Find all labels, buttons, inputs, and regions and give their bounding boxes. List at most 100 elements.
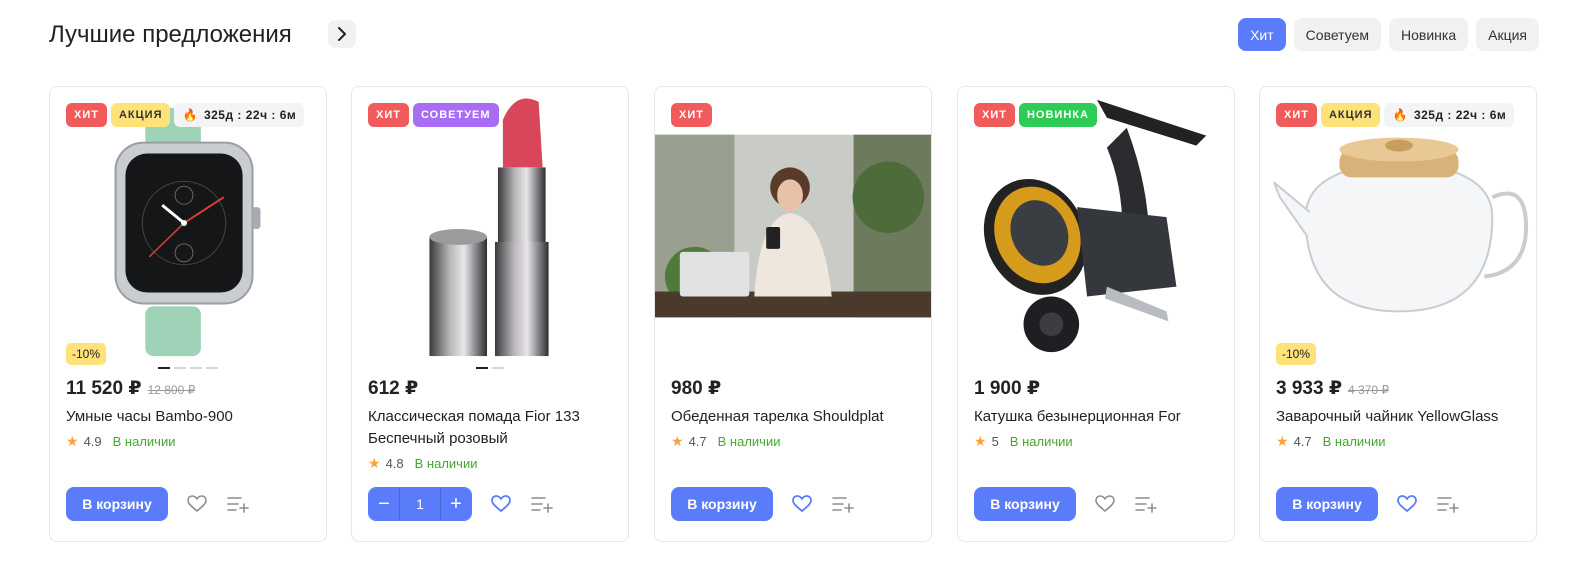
quantity-value[interactable]: 1 [399,488,441,520]
smartwatch-image[interactable] [50,87,326,367]
favorite-button[interactable] [185,492,209,516]
list-add-icon [531,497,553,513]
product-name[interactable]: Умные часы Bambo-900 [66,406,316,428]
product-card[interactable]: ХИТ 980 ₽ Обеденная тарелка Shouldplat ★… [654,86,932,542]
badge-hit: ХИТ [974,103,1015,127]
price-row: 3 933 ₽ 4 370 ₽ [1276,377,1389,400]
image-pager[interactable] [352,367,628,369]
badge-group: ХИТ АКЦИЯ 🔥 325д : 22ч : 6м [66,103,305,127]
heart-icon [491,495,511,513]
add-to-cart-button[interactable]: В корзину [974,487,1076,521]
pager-dot[interactable] [174,367,186,369]
section-open-button[interactable] [328,20,356,48]
star-icon: ★ [671,433,684,449]
glass-teapot-image[interactable] [1260,87,1536,367]
price: 1 900 ₽ [974,378,1041,399]
card-actions: В корзину [974,487,1158,521]
rating-value: 4.7 [688,434,707,449]
section-title: Лучшие предложения [49,21,292,48]
add-to-cart-button[interactable]: В корзину [671,487,773,521]
badge-hit: ХИТ [1276,103,1317,127]
product-card[interactable]: ХИТ АКЦИЯ 🔥 325д : 22ч : 6м -10% 11 520 ₽… [49,86,327,542]
badge-novinka: НОВИНКА [1018,103,1097,127]
card-actions: В корзину [66,487,250,521]
star-icon: ★ [66,433,79,449]
fire-icon: 🔥 [182,108,198,122]
decrease-button[interactable]: − [369,488,399,520]
tab-novinka[interactable]: Новинка [1389,18,1469,51]
section-header: Лучшие предложения Хит Советуем Новинка … [49,18,1539,54]
promo-timer: 🔥 325д : 22ч : 6м [1384,103,1515,127]
price-row: 980 ₽ [671,377,721,400]
heart-icon [187,495,207,513]
tab-sovetuem[interactable]: Советуем [1293,18,1381,51]
add-to-cart-button[interactable]: В корзину [1276,487,1378,521]
badge-akcia: АКЦИЯ [110,103,171,127]
list-add-icon [227,497,249,513]
stock-status: В наличии [717,434,781,449]
rating-row: ★ 4.9 В наличии [66,433,175,450]
compare-button[interactable] [226,492,250,516]
pager-dot[interactable] [190,367,202,369]
pager-dot[interactable] [476,367,488,369]
product-name[interactable]: Заварочный чайник YellowGlass [1276,406,1526,428]
rating-row: ★ 4.7 В наличии [1276,433,1385,450]
compare-button[interactable] [1436,492,1460,516]
rating-row: ★ 5 В наличии [974,433,1073,450]
lipstick-image[interactable] [352,87,628,367]
price: 612 ₽ [368,378,419,399]
product-card[interactable]: ХИТ СОВЕТУЕМ 612 ₽ Классическая помада F… [351,86,629,542]
discount-badge: -10% [1276,343,1317,365]
card-actions: В корзину [671,487,855,521]
rating-value: 4.8 [385,456,404,471]
star-icon: ★ [974,433,987,449]
compare-button[interactable] [1134,492,1158,516]
badge-hit: ХИТ [66,103,107,127]
discount-badge: -10% [66,343,107,365]
badge-akcia: АКЦИЯ [1320,103,1381,127]
product-name[interactable]: Обеденная тарелка Shouldplat [671,406,921,428]
badge-hit: ХИТ [671,103,712,127]
rating-value: 4.7 [1293,434,1312,449]
rating-value: 4.9 [83,434,102,449]
old-price: 4 370 ₽ [1348,383,1390,397]
tab-hit[interactable]: Хит [1238,18,1286,51]
product-name[interactable]: Катушка безынерционная For [974,406,1224,428]
stock-status: В наличии [414,456,478,471]
star-icon: ★ [1276,433,1289,449]
badge-group: ХИТ СОВЕТУЕМ [368,103,499,127]
badge-group: ХИТ НОВИНКА [974,103,1097,127]
price: 11 520 ₽ [66,378,142,399]
tab-akcia[interactable]: Акция [1476,18,1539,51]
add-to-cart-button[interactable]: В корзину [66,487,168,521]
product-card[interactable]: ХИТ АКЦИЯ 🔥 325д : 22ч : 6м -10% 3 933 ₽ … [1259,86,1537,542]
product-name[interactable]: Классическая помада Fior 133 Беспечный р… [368,406,618,450]
compare-button[interactable] [530,492,554,516]
price: 980 ₽ [671,378,722,399]
old-price: 12 800 ₽ [147,383,196,397]
product-card[interactable]: ХИТ НОВИНКА 1 900 ₽ Катушка безынерционн… [957,86,1235,542]
stock-status: В наличии [112,434,176,449]
product-photo-image[interactable] [655,87,931,367]
rating-row: ★ 4.7 В наличии [671,433,780,450]
image-pager[interactable] [50,367,326,369]
list-add-icon [1437,497,1459,513]
fishing-reel-image[interactable] [958,87,1234,367]
pager-dot[interactable] [206,367,218,369]
favorite-button[interactable] [1395,492,1419,516]
favorite-button[interactable] [489,492,513,516]
rating-value: 5 [991,434,999,449]
compare-button[interactable] [831,492,855,516]
increase-button[interactable]: + [441,488,471,520]
timer-text: 325д : 22ч : 6м [203,108,297,122]
favorite-button[interactable] [790,492,814,516]
card-actions: − 1 + [368,487,554,521]
pager-dot[interactable] [492,367,504,369]
list-add-icon [832,497,854,513]
heart-icon [1397,495,1417,513]
pager-dot[interactable] [158,367,170,369]
filter-tabs: Хит Советуем Новинка Акция [1238,18,1539,51]
heart-icon [1095,495,1115,513]
favorite-button[interactable] [1093,492,1117,516]
price-row: 1 900 ₽ [974,377,1040,400]
